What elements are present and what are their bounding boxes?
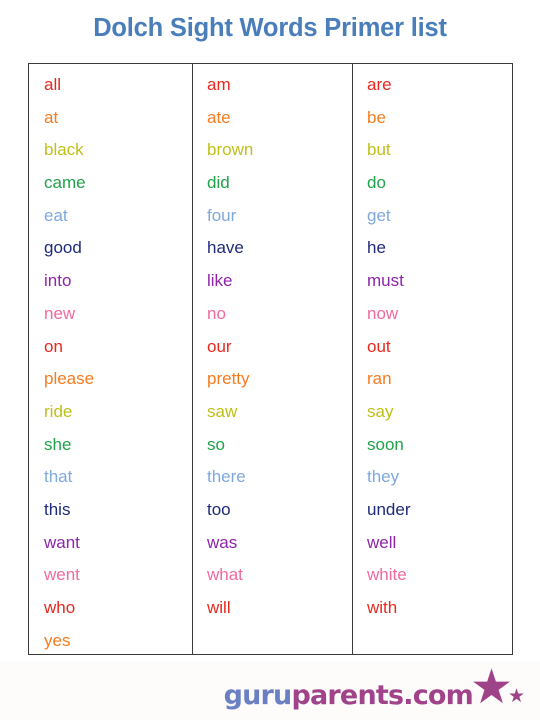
page-title: Dolch Sight Words Primer list: [93, 14, 447, 42]
word-item: must: [367, 271, 404, 291]
word-item: black: [44, 140, 84, 160]
word-item: now: [367, 303, 399, 323]
word-item: like: [207, 271, 233, 291]
logo-text-guru: guru: [223, 680, 293, 711]
word-item: four: [207, 205, 237, 225]
word-item: they: [367, 467, 400, 487]
word-item: who: [44, 598, 76, 617]
word-item: do: [367, 173, 386, 193]
word-item: was: [207, 532, 238, 552]
word-column-1: all at black came eat good into new on please ride…: [29, 64, 192, 654]
word-column-2: am ate brown did four have like no our pretty saw s…: [192, 64, 352, 654]
word-item: but: [367, 140, 391, 160]
word-item: she: [44, 434, 72, 454]
star-small-icon: ★: [508, 687, 525, 706]
word-item: be: [367, 107, 386, 127]
footer: guru parents.com ★ ★: [0, 661, 540, 720]
word-item: saw: [207, 401, 238, 421]
word-item: ride: [44, 401, 73, 421]
word-item: will: [207, 598, 231, 617]
word-item: pretty: [207, 369, 250, 389]
word-item: so: [207, 434, 225, 454]
word-item: there: [207, 467, 246, 487]
word-item: ate: [207, 107, 231, 127]
word-item: are: [367, 75, 392, 94]
word-item: with: [367, 598, 398, 617]
word-item: on: [44, 336, 63, 356]
word-item: want: [44, 532, 80, 552]
word-item: into: [44, 271, 72, 291]
logo-stars: ★ ★: [470, 661, 526, 714]
word-item: no: [207, 303, 226, 323]
word-item: good: [44, 238, 82, 258]
word-item: brown: [207, 140, 254, 160]
word-item: eat: [44, 205, 68, 225]
word-item: at: [44, 107, 59, 127]
word-item: this: [44, 499, 71, 519]
word-item: get: [367, 205, 391, 225]
word-item: our: [207, 336, 232, 356]
word-item: say: [367, 401, 394, 421]
word-item: please: [44, 369, 95, 389]
worksheet-page: Dolch Sight Words Primer list all at black…: [0, 0, 540, 720]
word-item: came: [44, 173, 86, 193]
word-item: out: [367, 336, 391, 356]
star-small-glyph: ★: [508, 686, 526, 707]
word-item: went: [44, 565, 80, 585]
word-column-3: are be but do get he must now out ran say soon they u…: [352, 64, 512, 654]
word-item: that: [44, 467, 73, 487]
word-item: too: [207, 499, 231, 519]
word-list-table: all at black came eat good into new on please ride…: [28, 63, 513, 655]
word-item: ran: [367, 369, 392, 389]
word-item: white: [367, 565, 407, 585]
word-item: under: [367, 499, 411, 519]
word-item: what: [207, 565, 243, 585]
word-item: yes: [44, 630, 71, 650]
word-item: have: [207, 238, 244, 258]
logo-text-parents: parents.com: [291, 680, 473, 711]
word-item: am: [207, 75, 231, 94]
word-item: did: [207, 173, 230, 193]
word-item: new: [44, 303, 76, 323]
guruparents-logo[interactable]: guru parents.com ★ ★: [223, 664, 528, 712]
word-item: well: [367, 532, 397, 552]
word-item: soon: [367, 434, 404, 454]
word-item: he: [367, 238, 386, 258]
word-item: all: [44, 75, 62, 94]
